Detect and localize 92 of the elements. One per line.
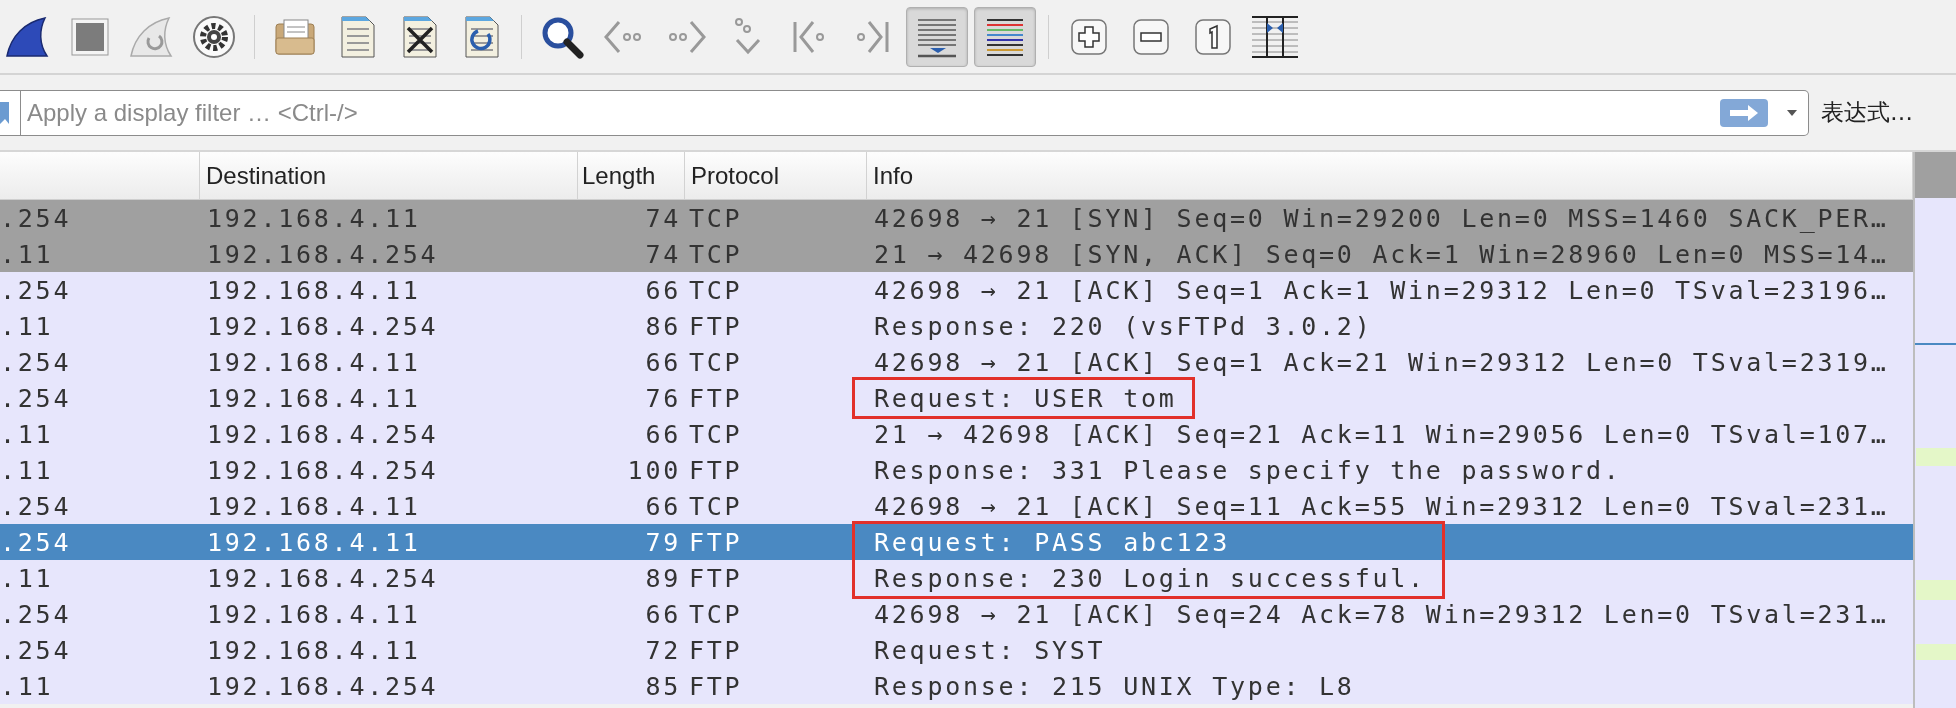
table-cell-text: FTP: [688, 671, 744, 701]
table-cell-text: FTP: [688, 311, 744, 341]
table-cell-text: 66: [644, 419, 682, 449]
table-cell-text: 85: [644, 671, 682, 701]
table-cell-text: 192.168.4.11: [206, 599, 422, 629]
table-cell-text: 100: [626, 455, 682, 485]
packet-row[interactable]: .254 192.168.4.11 72 FTP Request: SYST: [0, 632, 1913, 668]
table-cell-text: .254: [0, 599, 73, 629]
packet-row[interactable]: .11 192.168.4.254 100 FTP Response: 331 Please specify the password.: [0, 452, 1913, 488]
table-cell-text: 192.168.4.11: [206, 203, 422, 233]
caret-icon[interactable]: [1786, 108, 1798, 117]
table-cell-text: .254: [0, 275, 73, 305]
table-cell-text: 21 → 42698 [ACK] Seq=21 Ack=11 Win=29056 Len=0 TSval=107…: [873, 419, 1890, 449]
table-cell-text: .254: [0, 635, 73, 665]
table-cell-text: Request: PASS abc123: [873, 527, 1232, 557]
table-cell-text: 192.168.4.254: [206, 311, 440, 341]
table-cell-text: 192.168.4.254: [206, 671, 440, 701]
table-cell-text: Request: SYST: [873, 635, 1107, 665]
table-cell-text: 192.168.4.11: [206, 491, 422, 521]
table-cell-text: FTP: [688, 635, 744, 665]
packet-row[interactable]: .11 192.168.4.254 86 FTP Response: 220 (vsFTPd 3.0.2): [0, 308, 1913, 344]
table-cell-text: Response: 331 Please specify the password.: [873, 455, 1623, 485]
table-cell-text: 72: [644, 635, 682, 665]
column-header[interactable]: Destination: [200, 152, 578, 199]
packet-row[interactable]: .11 192.168.4.254 89 FTP Response: 230 Login successful.: [0, 560, 1913, 596]
table-cell-text: 74: [644, 239, 682, 269]
table-cell-text: Response: 215 UNIX Type: L8: [873, 671, 1356, 701]
column-header[interactable]: Length: [578, 152, 685, 199]
table-cell-text: Response: 220 (vsFTPd 3.0.2): [873, 311, 1374, 341]
table-cell-text: 192.168.4.11: [206, 347, 422, 377]
table-cell-text: Request: USER tom: [873, 383, 1178, 413]
table-cell-text: 42698 → 21 [ACK] Seq=1 Ack=21 Win=29312 Len=0 TSval=2319…: [873, 347, 1890, 377]
table-cell-text: .254: [0, 491, 73, 521]
packet-row[interactable]: .11 192.168.4.254 66 TCP 21 → 42698 [ACK] Seq=21 Ack=11 Win=29056 Len=0 TSval=107…: [0, 416, 1913, 452]
table-cell-text: .11: [0, 455, 55, 485]
table-cell-text: .11: [0, 671, 55, 701]
table-cell-text: Response: 230 Login successful.: [873, 563, 1427, 593]
table-cell-text: .254: [0, 383, 73, 413]
autoscroll-icon[interactable]: [906, 6, 968, 67]
packet-row[interactable]: .254 192.168.4.11 76 FTP Request: USER tom: [0, 380, 1913, 416]
table-cell-text: 79: [644, 527, 682, 557]
table-cell-text: TCP: [688, 491, 744, 521]
colored-lines-icon[interactable]: [974, 6, 1036, 67]
packet-row[interactable]: .254 192.168.4.11 66 TCP 42698 → 21 [ACK] Seq=24 Ack=78 Win=29312 Len=0 TSval=231…: [0, 596, 1913, 632]
table-cell-text: 192.168.4.11: [206, 383, 422, 413]
packet-row[interactable]: .254 192.168.4.11 66 TCP 42698 → 21 [ACK] Seq=1 Ack=21 Win=29312 Len=0 TSval=2319…: [0, 344, 1913, 380]
table-cell-text: .11: [0, 239, 55, 269]
column-header[interactable]: Protocol: [685, 152, 867, 199]
table-cell-text: FTP: [688, 527, 744, 557]
table-cell-text: 192.168.4.254: [206, 455, 440, 485]
table-cell-text: 42698 → 21 [ACK] Seq=24 Ack=78 Win=29312 Len=0 TSval=231…: [873, 599, 1890, 629]
table-cell-text: 76: [644, 383, 682, 413]
table-cell-text: 66: [644, 491, 682, 521]
table-cell-text: FTP: [688, 455, 744, 485]
table-cell-text: 66: [644, 599, 682, 629]
packet-row[interactable]: .11 192.168.4.254 85 FTP Response: 215 UNIX Type: L8: [0, 668, 1913, 704]
bookmark-icon[interactable]: [0, 99, 10, 126]
table-cell-text: 74: [644, 203, 682, 233]
table-cell-text: 42698 → 21 [ACK] Seq=1 Ack=1 Win=29312 Len=0 TSval=23196…: [873, 275, 1890, 305]
table-cell-text: 192.168.4.11: [206, 527, 422, 557]
packet-row[interactable]: .254 192.168.4.11 79 FTP Request: PASS abc123: [0, 524, 1913, 560]
table-cell-text: TCP: [688, 239, 744, 269]
table-cell-text: 192.168.4.254: [206, 563, 440, 593]
table-cell-text: .11: [0, 419, 55, 449]
table-cell-text: 89: [644, 563, 682, 593]
table-cell-text: .254: [0, 347, 73, 377]
table-cell-text: 192.168.4.254: [206, 239, 440, 269]
table-cell-text: .11: [0, 311, 55, 341]
packet-row[interactable]: .254 192.168.4.11 66 TCP 42698 → 21 [ACK] Seq=11 Ack=55 Win=29312 Len=0 TSval=231…: [0, 488, 1913, 524]
table-cell-text: TCP: [688, 203, 744, 233]
expression-button[interactable]: 表达式…: [1821, 97, 1913, 128]
table-cell-text: TCP: [688, 347, 744, 377]
table-cell-text: TCP: [688, 599, 744, 629]
table-cell-text: 192.168.4.11: [206, 275, 422, 305]
table-cell-text: 42698 → 21 [ACK] Seq=11 Ack=55 Win=29312 Len=0 TSval=231…: [873, 491, 1890, 521]
table-cell-text: FTP: [688, 383, 744, 413]
table-cell-text: 66: [644, 275, 682, 305]
table-cell-text: 42698 → 21 [SYN] Seq=0 Win=29200 Len=0 MSS=1460 SACK_PER…: [873, 203, 1890, 233]
table-cell-text: .254: [0, 203, 73, 233]
table-cell-text: TCP: [688, 419, 744, 449]
packet-row[interactable]: .11 192.168.4.254 74 TCP 21 → 42698 [SYN, ACK] Seq=0 Ack=1 Win=28960 Len=0 MSS=14…: [0, 236, 1913, 272]
table-cell-text: .11: [0, 563, 55, 593]
table-cell-text: 21 → 42698 [SYN, ACK] Seq=0 Ack=1 Win=28960 Len=0 MSS=14…: [873, 239, 1890, 269]
table-cell-text: .254: [0, 527, 73, 557]
table-cell-text: 192.168.4.254: [206, 419, 440, 449]
table-cell-text: FTP: [688, 563, 744, 593]
table-cell-text: 192.168.4.11: [206, 635, 422, 665]
packet-row[interactable]: .254 192.168.4.11 66 TCP 42698 → 21 [ACK] Seq=1 Ack=1 Win=29312 Len=0 TSval=23196…: [0, 272, 1913, 308]
packet-row[interactable]: .254 192.168.4.11 74 TCP 42698 → 21 [SYN] Seq=0 Win=29200 Len=0 MSS=1460 SACK_PER…: [0, 200, 1913, 236]
table-cell-text: 66: [644, 347, 682, 377]
table-cell-text: TCP: [688, 275, 744, 305]
table-cell-text: 86: [644, 311, 682, 341]
